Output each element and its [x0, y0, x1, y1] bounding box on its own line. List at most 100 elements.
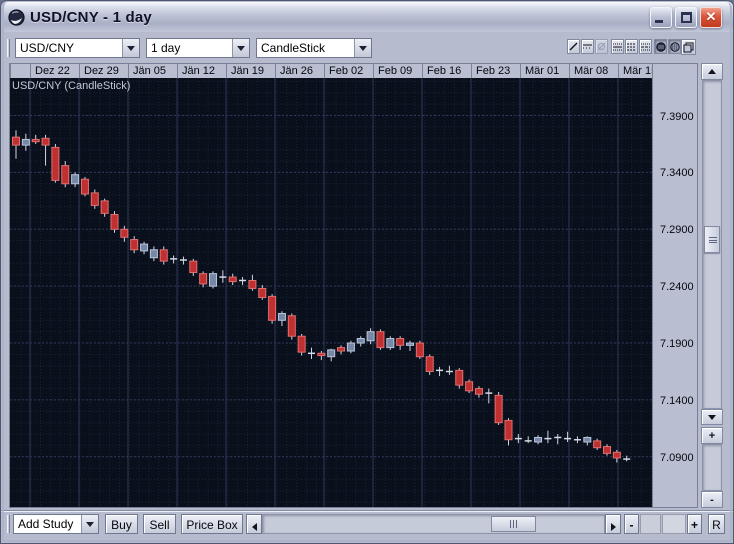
maximize-icon: [681, 12, 692, 23]
horizontal-scrollbar-thumb[interactable]: [491, 516, 536, 532]
y-axis: 7.39007.34007.29007.24007.19007.14007.09…: [653, 63, 698, 508]
trend-line-icon: [569, 42, 578, 51]
candle: [269, 294, 276, 324]
grid-mixed-icon: [641, 42, 650, 51]
grid-style-dots-button[interactable]: [611, 39, 624, 54]
y-axis-label: 7.3900: [660, 111, 694, 123]
horizontal-zoom-in-button[interactable]: +: [687, 514, 702, 534]
vertical-scrollbar-thumb[interactable]: [704, 226, 720, 253]
x-axis-label: Jän 05: [128, 64, 177, 78]
horizontal-line-icon: [583, 42, 592, 51]
candle: [416, 341, 423, 359]
chart-window: USD/CNY - 1 day ✕ USD/CNY 1 day CandleSt…: [0, 0, 734, 544]
pattern-circle-light-icon: [670, 42, 680, 52]
arrow-down-icon: [708, 415, 716, 420]
candle: [456, 368, 463, 388]
add-study-value: Add Study: [14, 515, 81, 533]
x-axis-label: Mär 01: [520, 64, 569, 78]
vertical-zoom-out-button[interactable]: -: [701, 491, 723, 508]
top-toolbar: USD/CNY 1 day CandleStick: [5, 35, 731, 61]
x-axis-label: Feb 23: [471, 64, 520, 78]
y-axis-label: 7.1400: [660, 395, 694, 407]
cascade-windows-icon: [683, 42, 694, 53]
grid-style-mixed-button[interactable]: [639, 39, 652, 54]
window-title: USD/CNY - 1 day: [30, 9, 152, 26]
candlestick-chart[interactable]: USD/CNY (CandleStick): [9, 78, 653, 508]
zoom-track-cell: [662, 514, 686, 534]
candle: [377, 329, 384, 349]
x-axis-label: Mär 08: [569, 64, 618, 78]
candle: [210, 271, 217, 288]
buy-button[interactable]: Buy: [105, 514, 138, 534]
scroll-left-button[interactable]: [246, 514, 262, 534]
grid-style-dashes-button[interactable]: [625, 39, 638, 54]
ellipse-tool-button: [595, 39, 608, 54]
title-bar[interactable]: USD/CNY - 1 day ✕: [2, 2, 734, 32]
bottom-toolbar-grip[interactable]: [7, 515, 10, 533]
grid-dots-icon: [613, 42, 622, 51]
chart-type-select[interactable]: CandleStick: [256, 38, 372, 58]
interval-select[interactable]: 1 day: [146, 38, 250, 58]
toolbar-grip[interactable]: [7, 39, 10, 57]
x-axis-label: Jän 26: [275, 64, 324, 78]
app-globe-icon: [8, 9, 25, 26]
scroll-right-button[interactable]: [605, 514, 621, 534]
scroll-down-button[interactable]: [701, 409, 723, 425]
candle: [111, 211, 118, 233]
pattern-fill-dark-button[interactable]: [654, 39, 667, 54]
horizontal-line-tool-button[interactable]: [581, 39, 594, 54]
arrow-left-icon: [252, 523, 257, 531]
minimize-button[interactable]: [650, 7, 672, 28]
interval-value: 1 day: [147, 39, 232, 57]
x-axis-label: Feb 02: [324, 64, 373, 78]
thumb-grip-icon: [709, 237, 717, 243]
trend-line-tool-button[interactable]: [567, 39, 580, 54]
x-axis-label: Feb 09: [373, 64, 422, 78]
candle: [387, 336, 394, 350]
candle: [298, 334, 305, 356]
ellipse-slash-icon: [597, 42, 606, 51]
arrow-up-icon: [708, 69, 716, 74]
grid-dashes-icon: [627, 42, 636, 51]
chevron-down-icon: [237, 46, 245, 51]
candle: [495, 392, 502, 425]
candle: [52, 144, 59, 183]
x-axis-label: Jän 19: [226, 64, 275, 78]
horizontal-zoom-out-button[interactable]: -: [624, 514, 639, 534]
chevron-down-icon: [86, 522, 94, 527]
candle: [81, 177, 88, 196]
add-study-select[interactable]: Add Study: [13, 514, 99, 534]
chart-type-dropdown-button[interactable]: [354, 39, 371, 57]
vertical-scrollbar-track[interactable]: [702, 80, 722, 409]
pattern-fill-light-button[interactable]: [668, 39, 681, 54]
symbol-dropdown-button[interactable]: [122, 39, 139, 57]
candle: [288, 313, 295, 339]
horizontal-scrollbar-track[interactable]: [262, 514, 605, 534]
reset-button[interactable]: R: [708, 514, 725, 534]
y-axis-label: 7.3400: [660, 167, 694, 179]
price-box-button[interactable]: Price Box: [181, 514, 243, 534]
zoom-track-cell: [640, 514, 661, 534]
minimize-icon: [655, 20, 663, 23]
vertical-zoom-track[interactable]: [702, 444, 722, 491]
maximize-button[interactable]: [675, 7, 697, 28]
close-icon: ✕: [701, 9, 721, 25]
x-axis-label: Feb 16: [422, 64, 471, 78]
candle: [347, 341, 354, 354]
scroll-up-button[interactable]: [701, 63, 723, 80]
chart-type-value: CandleStick: [257, 39, 354, 57]
chart-legend: USD/CNY (CandleStick): [12, 80, 130, 92]
add-study-dropdown-button[interactable]: [81, 515, 98, 533]
divider: [1, 510, 734, 512]
cascade-windows-button[interactable]: [681, 39, 696, 55]
chevron-down-icon: [359, 46, 367, 51]
symbol-select[interactable]: USD/CNY: [15, 38, 140, 58]
y-axis-label: 7.0900: [660, 452, 694, 464]
x-axis-label: Mär 15: [618, 64, 653, 78]
sell-button[interactable]: Sell: [143, 514, 176, 534]
interval-dropdown-button[interactable]: [232, 39, 249, 57]
arrow-right-icon: [611, 523, 616, 531]
close-button[interactable]: ✕: [700, 7, 722, 28]
vertical-zoom-in-button[interactable]: +: [701, 427, 723, 444]
x-axis: Dez 22Dez 29Jän 05Jän 12Jän 19Jän 26Feb …: [9, 63, 653, 78]
